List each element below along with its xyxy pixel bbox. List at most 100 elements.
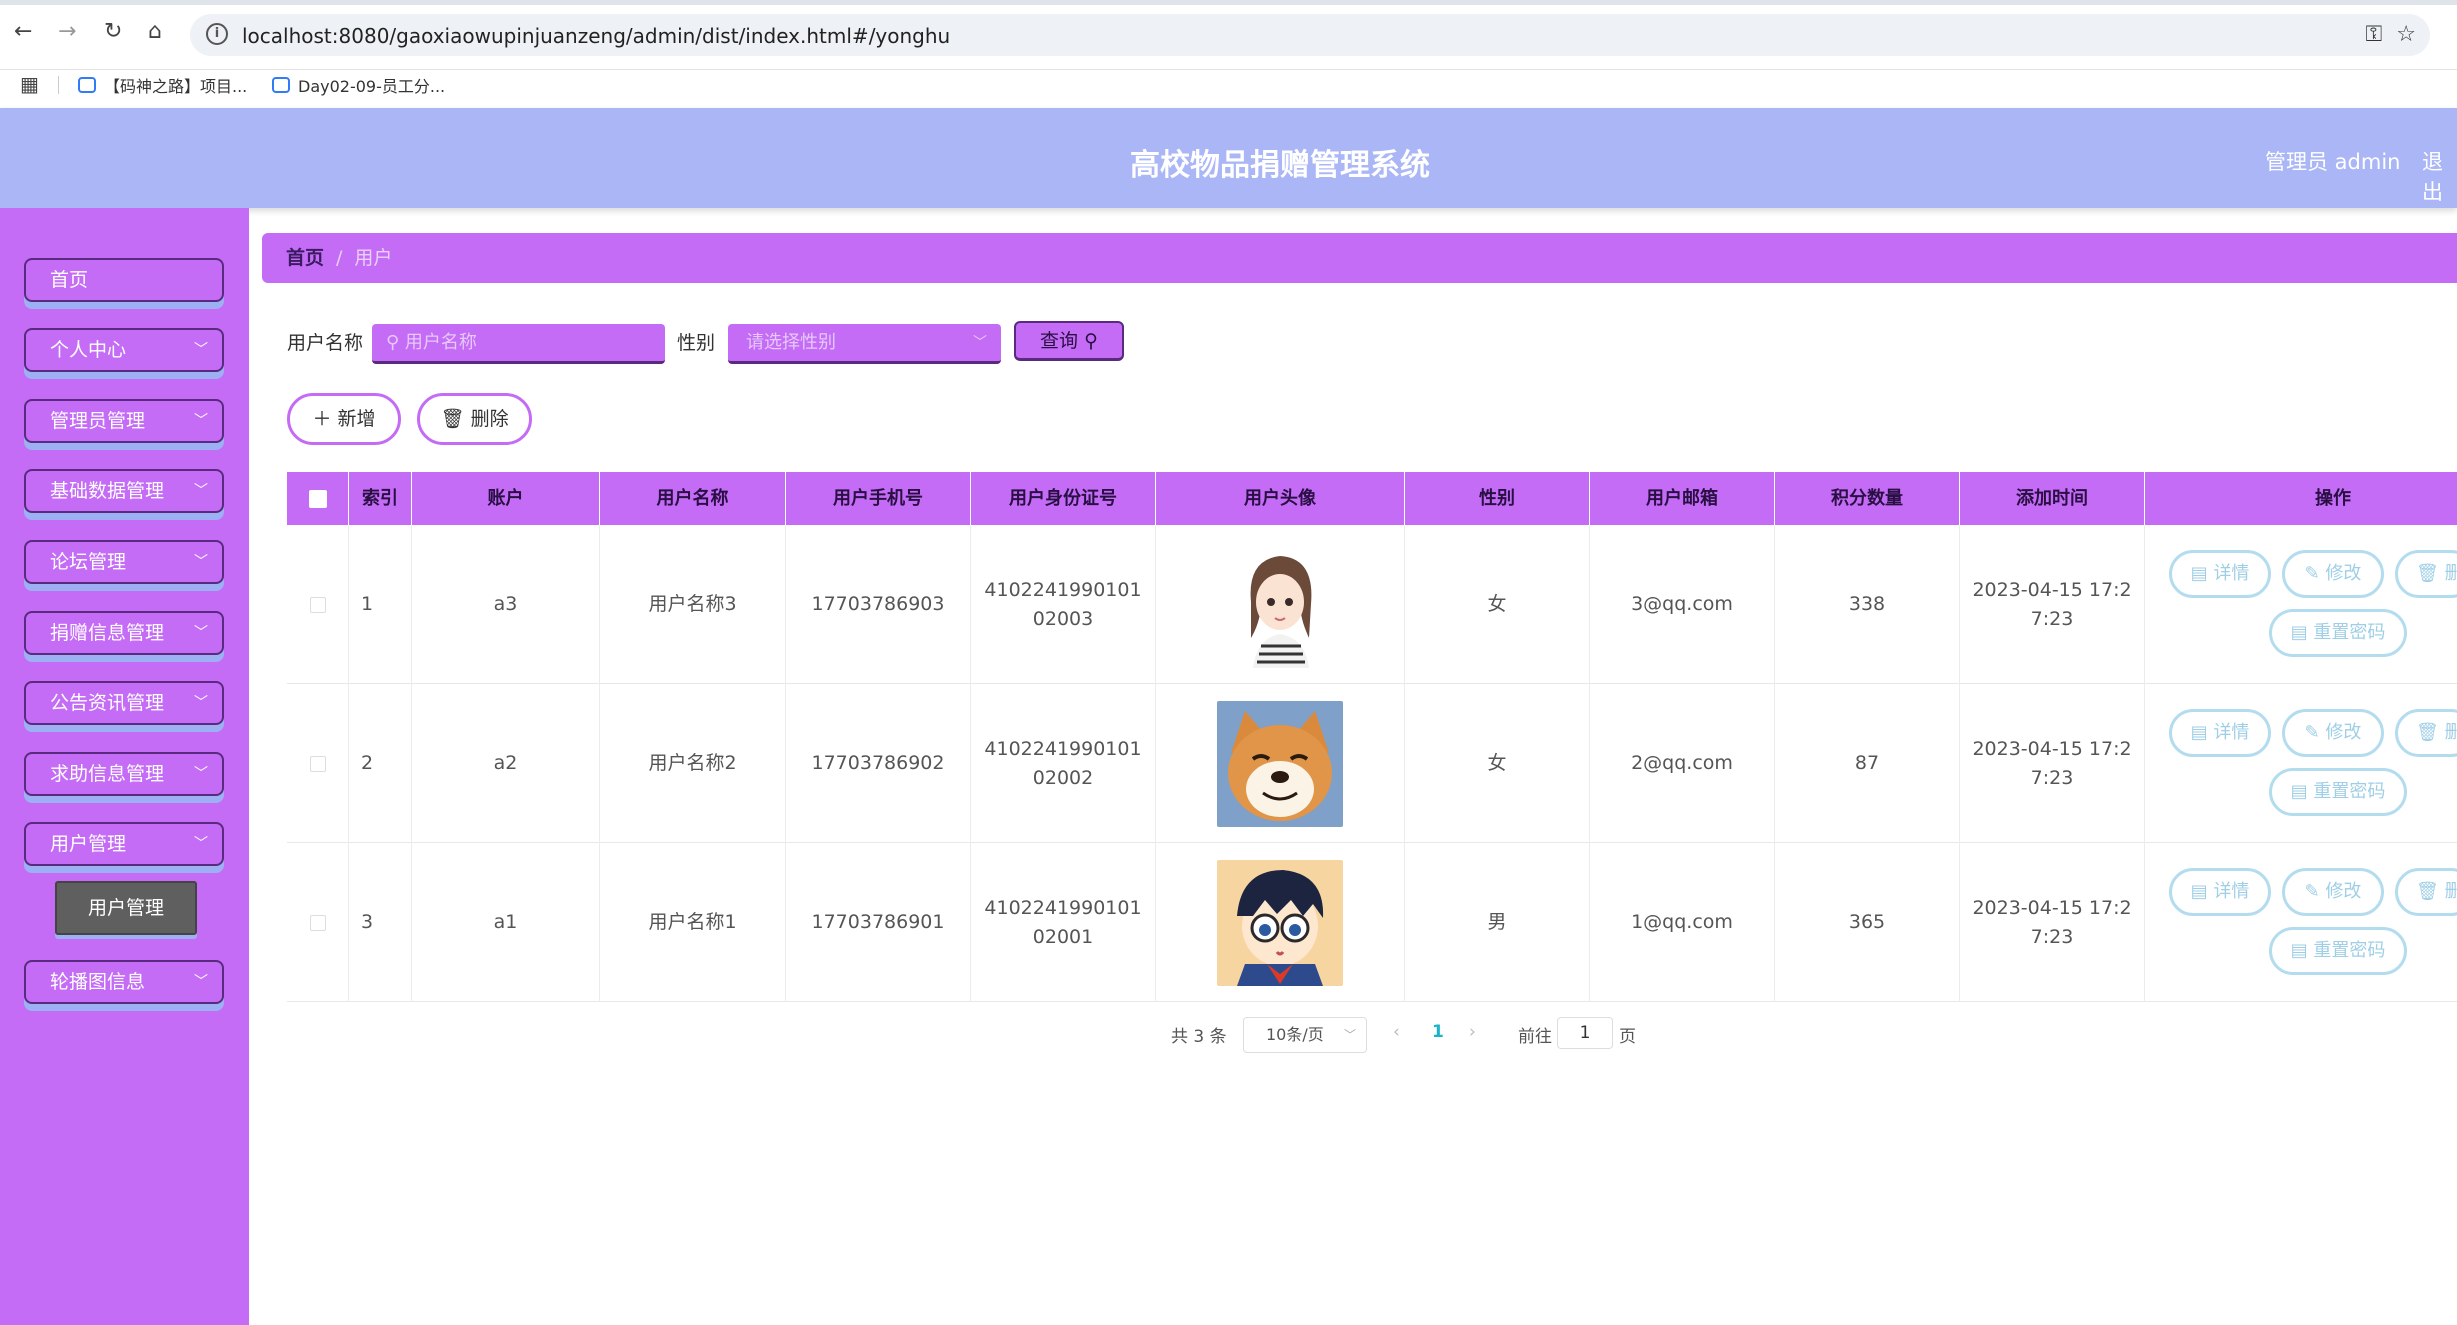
email-cell: 2@qq.com	[1590, 684, 1775, 843]
row-checkbox[interactable]	[309, 755, 326, 772]
delete-button[interactable]: 🗑 删除	[417, 393, 532, 445]
reload-icon[interactable]: ↻	[104, 20, 122, 44]
row-delete-button[interactable]: 🗑 删	[2395, 550, 2457, 598]
add-button[interactable]: ＋ 新增	[287, 393, 401, 445]
chevron-down-icon: ﹀	[194, 625, 208, 641]
edit-button[interactable]: ✎ 修改	[2282, 709, 2384, 757]
sidebar-item-label: 个人中心	[50, 339, 127, 361]
row-checkbox-cell	[287, 525, 349, 684]
sidebar-item-help[interactable]: 求助信息管理 ﹀	[24, 752, 224, 796]
document-icon: ▤	[2290, 781, 2308, 802]
breadcrumb: 首页 / 用户	[262, 233, 2457, 283]
edit-button[interactable]: ✎ 修改	[2282, 550, 2384, 598]
table-row: 3 a1 用户名称1 17703786901 41022419901010200…	[287, 843, 2457, 1002]
column-header: 用户邮箱	[1590, 472, 1775, 525]
goto-page-input[interactable]: 1	[1557, 1017, 1613, 1049]
logout-link[interactable]: 退出	[2422, 146, 2457, 206]
current-user: 管理员 admin	[2265, 150, 2401, 174]
edit-button[interactable]: ✎ 修改	[2282, 868, 2384, 916]
column-header: 索引	[349, 472, 412, 525]
page-size-select[interactable]: 10条/页 ﹀	[1243, 1017, 1367, 1053]
detail-button[interactable]: ▤ 详情	[2169, 868, 2271, 916]
tab-strip-edge	[0, 0, 2457, 5]
trash-icon: 🗑	[2416, 722, 2439, 743]
points-cell: 87	[1775, 684, 1960, 843]
name-search-input[interactable]: ⚲ 用户名称	[372, 324, 665, 364]
reset-password-button[interactable]: ▤ 重置密码	[2269, 768, 2407, 816]
row-delete-button[interactable]: 🗑 删	[2395, 709, 2457, 757]
name-search-placeholder: 用户名称	[404, 332, 477, 353]
row-delete-label: 删	[2444, 881, 2457, 902]
sidebar-item-label: 捐赠信息管理	[50, 622, 165, 644]
bookmark-label: 【码神之路】项目...	[104, 77, 248, 96]
chevron-down-icon: ﹀	[973, 335, 987, 351]
back-icon[interactable]: ←	[14, 20, 32, 44]
query-button[interactable]: 查询 ⚲	[1014, 321, 1124, 361]
row-checkbox-cell	[287, 843, 349, 1002]
home-icon[interactable]: ⌂	[148, 20, 162, 44]
sidebar-item-users[interactable]: 用户管理 ﹀	[24, 822, 224, 866]
page-number-current[interactable]: 1	[1432, 1022, 1444, 1042]
edit-label: 修改	[2325, 881, 2362, 902]
url-text[interactable]: localhost:8080/gaoxiaowupinjuanzeng/admi…	[242, 24, 950, 48]
bookmark-item[interactable]: Day02-09-员工分...	[272, 73, 445, 97]
document-icon: ▤	[2190, 722, 2208, 743]
gender-cell: 女	[1405, 684, 1590, 843]
apps-grid-icon[interactable]: ▦	[20, 72, 39, 96]
forward-icon[interactable]: →	[58, 20, 76, 44]
column-header: 操作	[2315, 488, 2351, 509]
sidebar-item-label: 管理员管理	[50, 410, 146, 432]
name-cell: 用户名称3	[600, 525, 786, 684]
points-cell: 365	[1775, 843, 1960, 1002]
page-size-value: 10条/页	[1266, 1025, 1324, 1044]
row-checkbox[interactable]	[309, 914, 326, 931]
row-checkbox-cell	[287, 684, 349, 843]
sidebar-item-profile[interactable]: 个人中心 ﹀	[24, 328, 224, 372]
add-button-label: 新增	[337, 408, 376, 430]
select-all-checkbox[interactable]	[308, 489, 327, 508]
chevron-down-icon: ﹀	[194, 554, 208, 570]
app-title: 高校物品捐赠管理系统	[1130, 148, 1430, 183]
sidebar-item-news[interactable]: 公告资讯管理 ﹀	[24, 681, 224, 725]
address-bar[interactable]: i localhost:8080/gaoxiaowupinjuanzeng/ad…	[190, 14, 2430, 56]
reset-password-button[interactable]: ▤ 重置密码	[2269, 609, 2407, 657]
phone-cell: 17703786903	[786, 525, 971, 684]
bookmark-star-icon[interactable]: ⚿ ☆	[2366, 22, 2416, 47]
sidebar-item-label: 论坛管理	[50, 551, 127, 573]
plus-icon: ＋	[312, 408, 332, 430]
detail-label: 详情	[2213, 881, 2250, 902]
prev-page-icon[interactable]: ‹	[1393, 1022, 1400, 1042]
sidebar-subitem-users[interactable]: 用户管理	[55, 881, 197, 935]
sidebar-item-donations[interactable]: 捐赠信息管理 ﹀	[24, 611, 224, 655]
next-page-icon[interactable]: ›	[1469, 1022, 1476, 1042]
row-delete-label: 删	[2444, 563, 2457, 584]
reset-password-button[interactable]: ▤ 重置密码	[2269, 927, 2407, 975]
trash-icon: 🗑	[2416, 563, 2439, 584]
sidebar-item-home[interactable]: 首页	[24, 258, 224, 302]
avatar-dog	[1217, 700, 1343, 827]
detail-button[interactable]: ▤ 详情	[2169, 709, 2271, 757]
table-row: 2 a2 用户名称2 17703786902 41022419901010200…	[287, 684, 2457, 843]
breadcrumb-home[interactable]: 首页	[286, 247, 324, 269]
sidebar-item-label: 首页	[50, 269, 89, 291]
account-cell: a2	[412, 684, 600, 843]
email-cell: 3@qq.com	[1590, 525, 1775, 684]
chevron-down-icon: ﹀	[194, 766, 208, 782]
avatar-cell	[1156, 525, 1405, 684]
sidebar-item-admins[interactable]: 管理员管理 ﹀	[24, 399, 224, 443]
gender-select[interactable]: 请选择性别 ﹀	[728, 324, 1001, 364]
sidebar-item-forum[interactable]: 论坛管理 ﹀	[24, 540, 224, 584]
bookmark-item[interactable]: 【码神之路】项目...	[78, 73, 247, 97]
site-info-icon[interactable]: i	[206, 23, 228, 45]
row-delete-button[interactable]: 🗑 删	[2395, 868, 2457, 916]
name-filter-label: 用户名称	[287, 332, 364, 354]
sidebar-item-carousel[interactable]: 轮播图信息 ﹀	[24, 960, 224, 1004]
actions-cell: ▤ 详情 ✎ 修改 🗑 删 ▤ 重置密码	[2145, 684, 2457, 843]
pencil-icon: ✎	[2304, 722, 2320, 743]
chevron-down-icon: ﹀	[1343, 1028, 1356, 1042]
detail-button[interactable]: ▤ 详情	[2169, 550, 2271, 598]
gender-filter-label: 性别	[677, 332, 716, 354]
sidebar-item-base-data[interactable]: 基础数据管理 ﹀	[24, 469, 224, 513]
avatar-cell	[1156, 684, 1405, 843]
row-checkbox[interactable]	[309, 596, 326, 613]
